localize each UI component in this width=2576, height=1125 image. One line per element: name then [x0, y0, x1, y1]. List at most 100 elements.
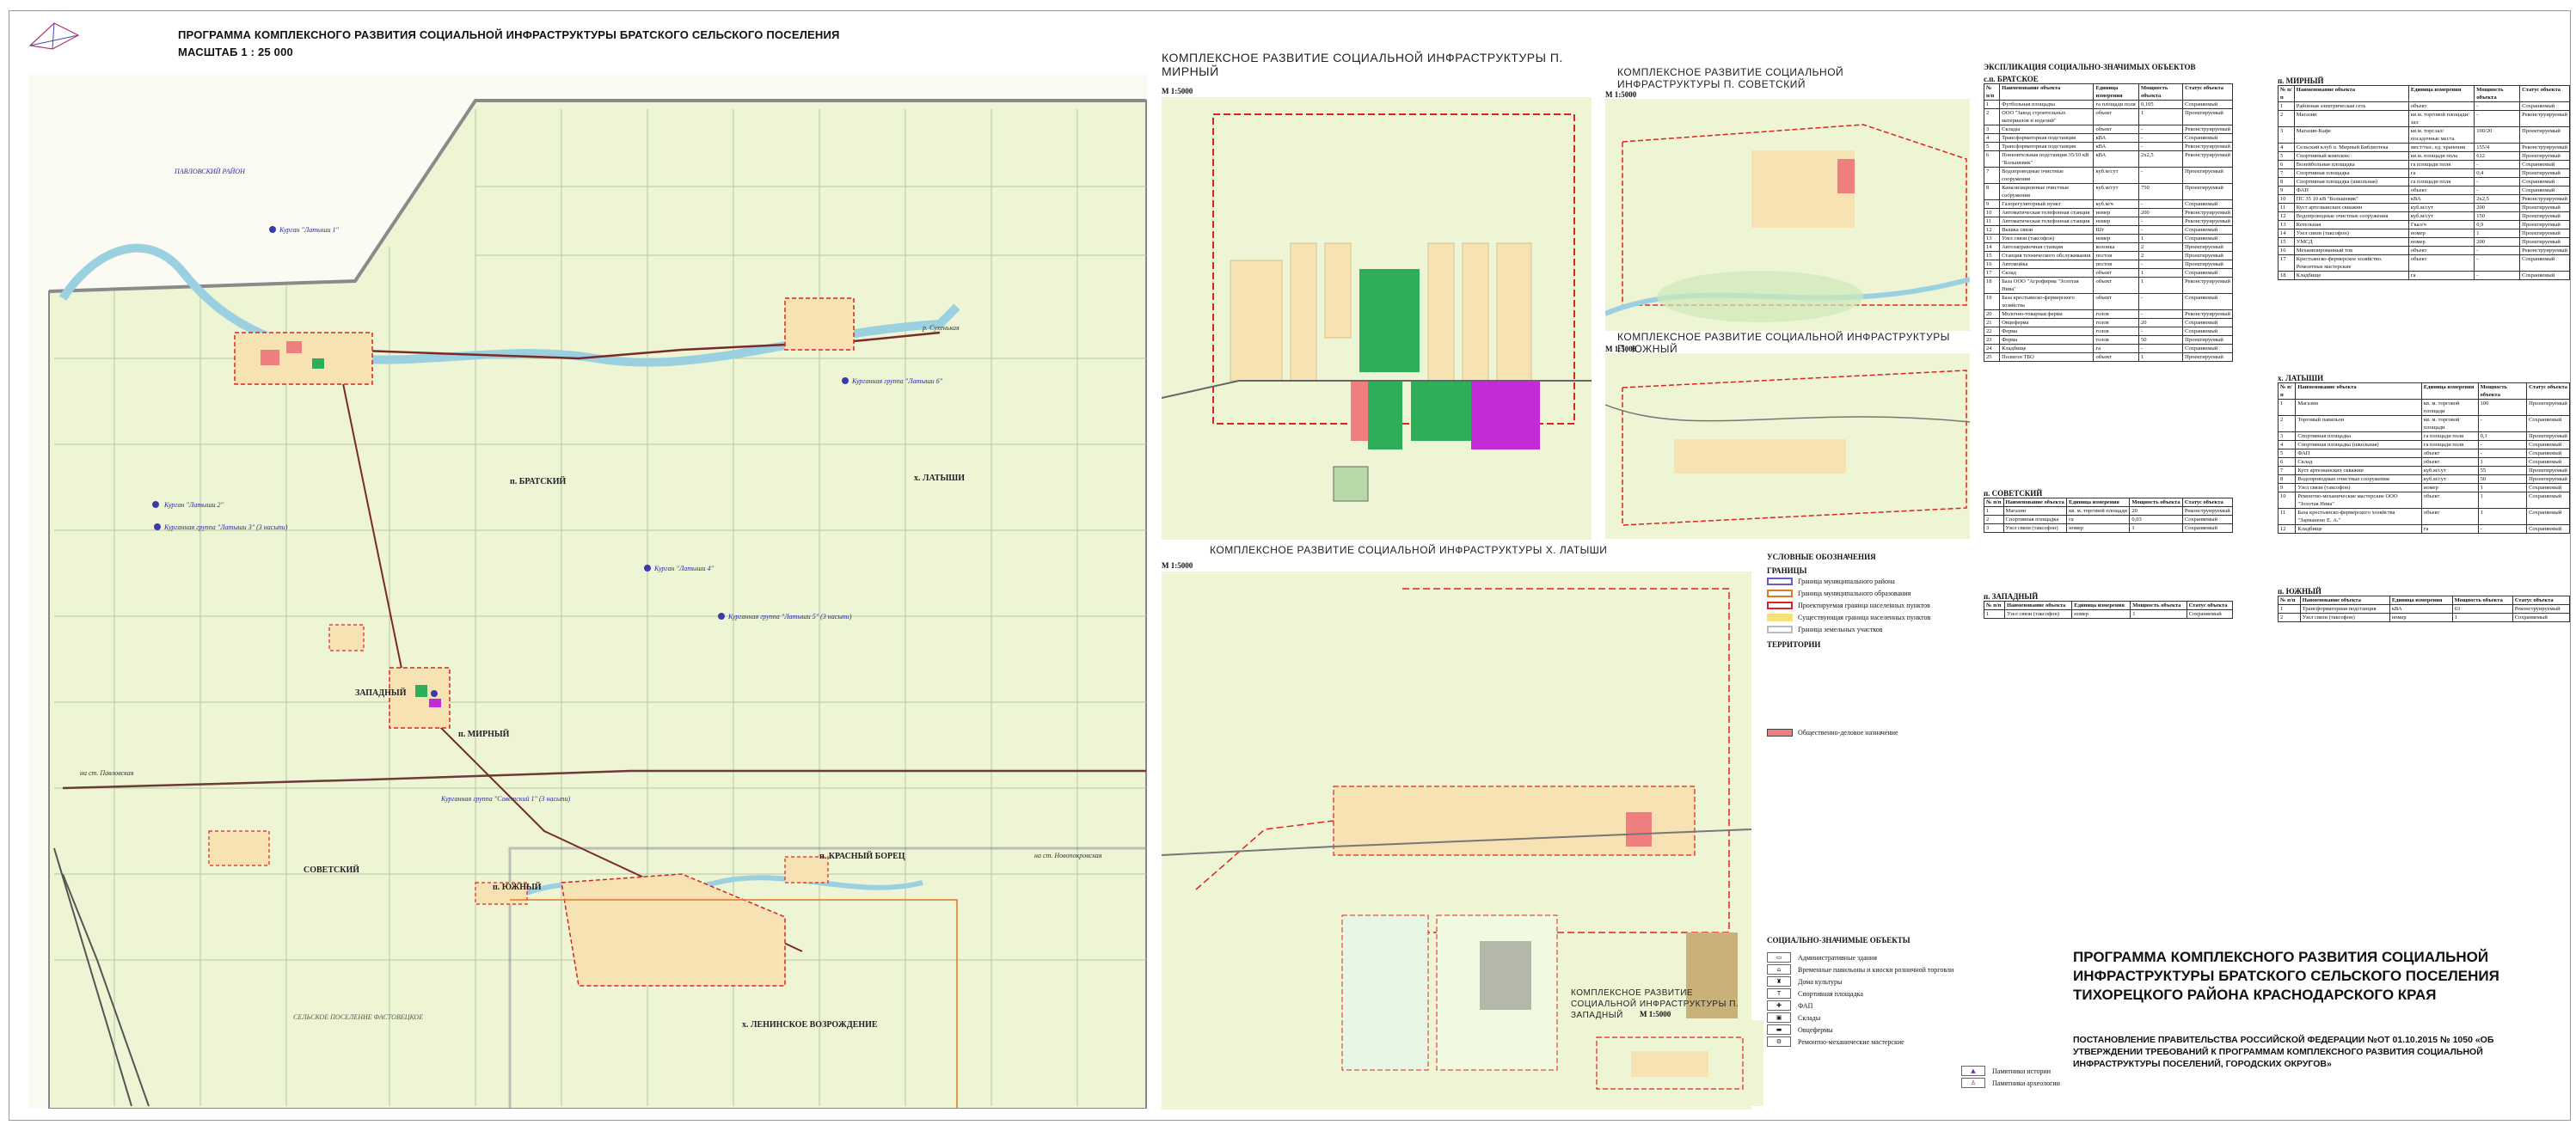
table-row: 25 Полигон ТБО объект 1 Проектируемый: [1983, 352, 2233, 362]
table-cell: 13: [1983, 234, 2001, 243]
table-cell: Гкал/ч: [2407, 220, 2475, 229]
legend-borders-title: ГРАНИЦЫ: [1767, 566, 1807, 575]
table-cell: 155/4: [2474, 143, 2521, 152]
table-cell: Реконструируемый: [2519, 194, 2570, 204]
table-cell: кв. м. торговой площади: [2420, 415, 2479, 432]
table-cell: Сохраняемый: [2519, 254, 2570, 272]
table-cell: -: [2474, 101, 2521, 111]
table-row: 18 Кладбище га - Сохраняемый: [2278, 271, 2570, 280]
table-section-name: п. МИРНЫЙ: [2278, 76, 2324, 85]
table-cell: -: [2137, 327, 2184, 336]
table-header-cell: Наименование объекта: [1999, 83, 2095, 101]
table-cell: Проектируемый: [2519, 126, 2570, 144]
label-kurgan4: Курган "Латыши 4": [654, 565, 714, 572]
map-yuzhny[interactable]: [1605, 353, 1970, 539]
table-cell: 750: [2137, 183, 2184, 200]
legend: УСЛОВНЫЕ ОБОЗНАЧЕНИЯ ГРАНИЦЫ Граница мун…: [1767, 553, 2025, 738]
table-cell: голов: [2093, 309, 2139, 319]
footer-title: ПРОГРАММА КОМПЛЕКСНОГО РАЗВИТИЯ СОЦИАЛЬН…: [2073, 949, 2499, 1003]
table-header-cell: Единица измерения: [2420, 382, 2479, 400]
table-cell: ООО "Завод строительных материалов и изд…: [1999, 108, 2095, 125]
table-cell: Сохраняемый: [2186, 609, 2234, 619]
table-header-cell: Мощность объекта: [2129, 498, 2183, 507]
table-cell: объект: [2093, 352, 2139, 362]
table-header-cell: Статус объекта: [2181, 498, 2234, 507]
table-cell: Проектируемый: [2519, 151, 2570, 161]
main-map[interactable]: ПАВЛОВСКИЙ РАЙОН п. БРАТСКИЙ х. ЛАТЫШИ З…: [28, 75, 1148, 1109]
label-zapadny: ЗАПАДНЫЙ: [355, 688, 407, 698]
table-header-cell: № п/п: [1983, 83, 2001, 101]
table-cell: 7: [2277, 466, 2297, 475]
legend-monument-label: Памятники истории: [1992, 1067, 2052, 1075]
table-row: 3 Склады объект - Реконструируемый: [1983, 125, 2233, 134]
table-cell: 2х2,5: [2137, 150, 2184, 168]
table-cell: Сохраняемый: [2519, 177, 2570, 186]
label-kurgan6: Курганная группа "Латыши 6": [852, 377, 943, 385]
table-cell: -: [2474, 246, 2521, 255]
table-cell: Кладбище: [2293, 271, 2409, 280]
table-cell: 6: [2277, 457, 2297, 467]
table-row: 1 Узел связи (таксофон) номер 1 Сохраняемый: [1984, 609, 2234, 619]
table-cell: Проектируемый: [2182, 251, 2233, 260]
table-cell: -: [2474, 271, 2521, 280]
map-mirny[interactable]: [1162, 97, 1592, 540]
table-cell: Реконструируемый: [2182, 217, 2233, 226]
table-cell: Узел связи (таксофон): [2299, 613, 2390, 622]
table-cell: 3: [2277, 431, 2297, 441]
table-row: 8 Канализационные очистные сооружения куб.…: [1983, 183, 2233, 200]
table-cell: -: [2137, 344, 2184, 353]
table-cell: 2: [1983, 108, 2001, 125]
table-header-cell: Наименование объекта: [2003, 498, 2068, 507]
table-cell: га площади поля: [2407, 177, 2475, 186]
map-zapadny[interactable]: [1579, 1020, 1763, 1106]
table-cell: 8: [2278, 177, 2295, 186]
table-cell: куб.м/сут: [2420, 474, 2479, 484]
table-cell: га: [2093, 344, 2139, 353]
table-cell: объект: [2420, 508, 2479, 525]
table-cell: номер: [2407, 237, 2475, 247]
table-cell: га: [2407, 271, 2475, 280]
table-cell: 8: [2277, 474, 2297, 484]
table-row: 14 Автозаправочная станция колонка 2 Проекти…: [1983, 242, 2233, 252]
table-header-row: № п/п Наименование объекта Единица измерен…: [1983, 83, 2233, 101]
table-cell: Проектируемый: [2526, 466, 2570, 475]
table-cell: объект: [2420, 492, 2479, 509]
table-cell: 13: [2278, 220, 2295, 229]
table-cell: 1: [2130, 609, 2187, 619]
table-cell: -: [2474, 254, 2521, 272]
table-cell: Станция технического обслуживания: [1999, 251, 2095, 260]
table-cell: Узел связи (таксофон): [1999, 234, 2095, 243]
legend-object-row: ▬ Овцефермы: [1767, 1024, 2025, 1036]
table-cell: 1: [2477, 508, 2528, 525]
table-cell: Футбольная площадка: [1999, 100, 2095, 109]
table-cell: 0,1: [2477, 431, 2528, 441]
table-row: 10 Автоматическая телефонная станция номер…: [1983, 208, 2233, 217]
explication-table: № п/п Наименование объекта Единица измерен…: [1984, 601, 2234, 619]
table-cell: Сохраняемый: [2182, 318, 2233, 327]
label-river: р. Сухенькая: [923, 324, 960, 332]
label-kurgan7: Курганная группа "Советский 1" (3 насыпи…: [441, 795, 571, 803]
table-cell: га площади поля: [2420, 431, 2479, 441]
table-cell: объект: [2093, 125, 2139, 134]
table-cell: -: [2137, 260, 2184, 269]
table-cell: Сохраняемый: [2519, 271, 2570, 280]
table-header-cell: Единица измерения: [2066, 498, 2131, 507]
table-header-cell: № п/п: [1984, 601, 2005, 610]
label-krasny-borets: п. КРАСНЫЙ БОРЕЦ: [819, 852, 905, 861]
table-cell: Торговый павильон: [2295, 415, 2422, 432]
table-cell: объект: [2407, 186, 2475, 195]
table-cell: 10: [2277, 492, 2297, 509]
legend-object-label: ФАП: [1798, 1001, 1813, 1010]
table-cell: Реконструируемый: [2182, 150, 2233, 168]
table-cell: Проектируемый: [2182, 352, 2233, 362]
label-latyshi: х. ЛАТЫШИ: [914, 474, 966, 483]
table-cell: 63: [2451, 604, 2513, 614]
table-row: 1 Районная электрическая сеть объект - Сохра…: [2278, 101, 2570, 111]
map-sovetsky[interactable]: [1605, 99, 1970, 331]
table-cell: 12: [1983, 225, 2001, 235]
table-cell: га площади поля: [2093, 100, 2139, 109]
table-header-row: № п/п Наименование объекта Единица измерен…: [1984, 498, 2234, 507]
table-row: 16 Механизированный ток объект - Реконструир…: [2278, 246, 2570, 255]
table-header-cell: Наименование объекта: [2299, 596, 2390, 605]
archaeology-icon: ♙: [1961, 1078, 1985, 1088]
